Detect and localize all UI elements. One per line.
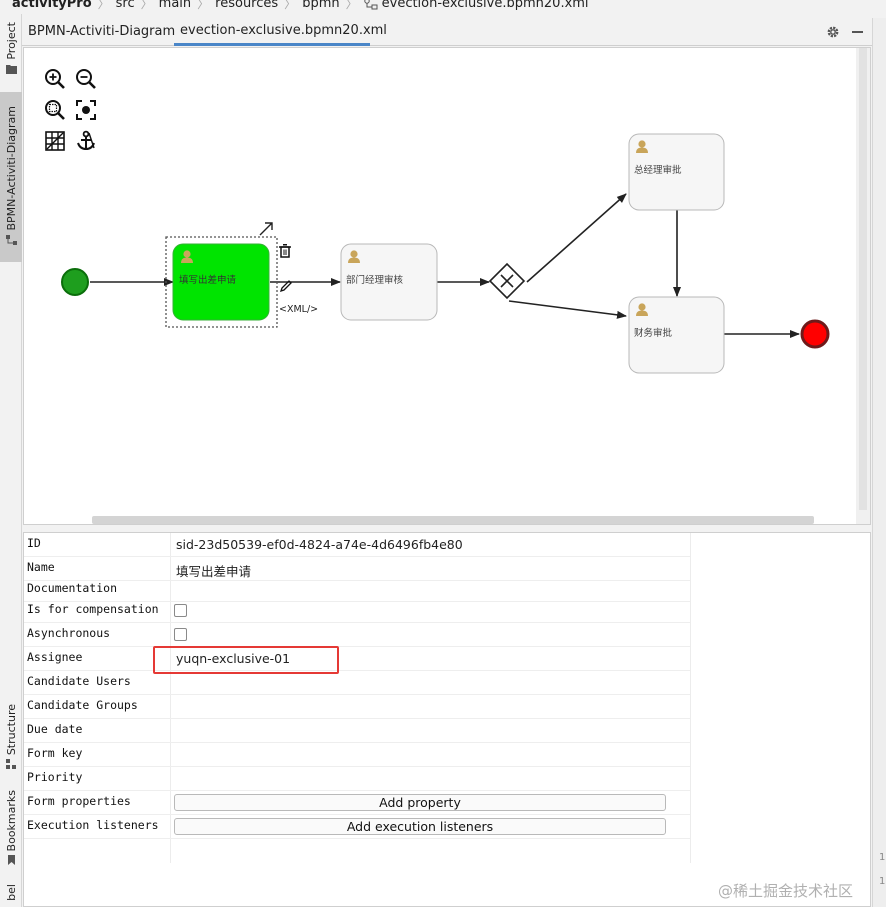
sequence-flow[interactable]	[508, 300, 627, 319]
breadcrumb-main[interactable]: main	[159, 0, 191, 11]
property-label: Asynchronous	[27, 626, 111, 640]
property-label: Execution listeners	[27, 818, 159, 832]
property-row-asynchronous: Asynchronous	[24, 623, 690, 647]
structure-tool-tab[interactable]: Structure	[0, 704, 22, 774]
property-label: Assignee	[27, 650, 83, 664]
breadcrumb-separator: 〉	[284, 0, 297, 11]
property-label: Candidate Users	[27, 674, 131, 688]
minimize-icon[interactable]	[852, 31, 863, 33]
bpmn-canvas[interactable]: 填写出差申请 <XML/> 部门经理审核 总经理审批 财务审批	[23, 47, 871, 525]
property-label: Name	[27, 560, 55, 574]
folder-icon	[5, 64, 17, 74]
bpmn-file-icon	[363, 0, 378, 9]
gear-icon[interactable]	[826, 25, 840, 39]
diagram-icon	[5, 234, 17, 245]
property-label: Form key	[27, 746, 83, 760]
property-label: Form properties	[27, 794, 131, 808]
breadcrumb-src[interactable]: src	[116, 0, 135, 11]
structure-icon	[5, 759, 16, 770]
property-row-form-properties: Form properties Add property	[24, 791, 690, 815]
expand-icon[interactable]	[259, 222, 273, 236]
bookmarks-tool-tab[interactable]: Bookmarks	[0, 790, 22, 870]
truncated-tool-tab[interactable]: bel	[0, 884, 22, 907]
gutter-number: 1	[879, 876, 886, 887]
watermark-text: @稀土掘金技术社区	[718, 882, 854, 900]
vertical-scrollbar[interactable]	[859, 48, 867, 510]
id-value[interactable]: sid-23d50539-ef0d-4824-a74e-4d6496fb4e80	[176, 537, 463, 552]
exclusive-gateway[interactable]	[488, 262, 526, 300]
assignee-highlight-box	[153, 646, 339, 674]
breadcrumb-separator: 〉	[140, 0, 153, 11]
right-gutter: 1 1	[872, 18, 886, 907]
property-label: Priority	[27, 770, 83, 784]
horizontal-scrollbar[interactable]	[92, 516, 814, 524]
property-row-id: ID sid-23d50539-ef0d-4824-a74e-4d6496fb4…	[24, 533, 690, 557]
breadcrumb-project[interactable]: activityPro	[12, 0, 92, 11]
start-event[interactable]	[61, 268, 89, 296]
gutter-number: 1	[879, 852, 886, 863]
tab-evection-exclusive-xml[interactable]: evection-exclusive.bpmn20.xml	[174, 18, 387, 46]
project-tab-label: Project	[4, 22, 18, 60]
property-row-form-key: Form key	[24, 743, 690, 767]
asynchronous-checkbox[interactable]	[174, 628, 187, 641]
property-label: Is for compensation	[27, 602, 159, 616]
breadcrumb-file[interactable]: evection-exclusive.bpmn20.xml	[382, 0, 589, 11]
structure-tab-label: Structure	[4, 704, 18, 756]
property-label: ID	[27, 536, 41, 550]
add-property-button[interactable]: Add property	[174, 794, 666, 811]
xml-link[interactable]: <XML/>	[279, 304, 318, 315]
breadcrumb-bpmn[interactable]: bpmn	[302, 0, 339, 11]
property-label: Due date	[27, 722, 83, 736]
project-tool-tab[interactable]: Project	[0, 22, 22, 88]
properties-panel: ID sid-23d50539-ef0d-4824-a74e-4d6496fb4…	[23, 532, 871, 907]
bookmarks-tab-label: Bookmarks	[4, 790, 18, 852]
breadcrumb-separator: 〉	[197, 0, 210, 11]
breadcrumb-separator: 〉	[97, 0, 110, 11]
property-label: Documentation	[27, 581, 118, 595]
editor-tab-bar: BPMN-Activiti-Diagram evection-exclusive…	[22, 18, 872, 46]
breadcrumb-separator: 〉	[345, 0, 358, 11]
left-tool-strip: Project BPMN-Activiti-Diagram Structure …	[0, 14, 22, 907]
property-row-compensation: Is for compensation	[24, 599, 690, 623]
add-execution-listeners-button[interactable]: Add execution listeners	[174, 818, 666, 835]
property-row-candidate-groups: Candidate Groups	[24, 695, 690, 719]
tab-bpmn-activiti-diagram[interactable]: BPMN-Activiti-Diagram	[22, 18, 181, 46]
breadcrumb-resources[interactable]: resources	[215, 0, 278, 11]
end-event[interactable]	[800, 319, 830, 349]
property-row-candidate-users: Candidate Users	[24, 671, 690, 695]
property-label: Candidate Groups	[27, 698, 138, 712]
sequence-flow[interactable]	[526, 193, 627, 283]
bpmn-diagram-tab-label: BPMN-Activiti-Diagram	[4, 106, 18, 231]
breadcrumb: activityPro 〉 src 〉 main 〉 resources 〉 b…	[0, 0, 886, 14]
truncated-tab-label: bel	[4, 884, 18, 901]
task-label: 总经理审批	[634, 164, 682, 176]
task-label: 财务审批	[634, 327, 673, 339]
property-row-due-date: Due date	[24, 719, 690, 743]
column-divider	[690, 533, 691, 863]
task-label: 填写出差申请	[179, 274, 237, 286]
trash-icon[interactable]	[279, 244, 291, 258]
task-label: 部门经理审核	[346, 274, 404, 286]
property-row-assignee: Assignee yuqn-exclusive-01	[24, 647, 690, 671]
bpmn-diagram-tool-tab[interactable]: BPMN-Activiti-Diagram	[0, 92, 22, 262]
bookmark-icon	[7, 855, 15, 866]
compensation-checkbox[interactable]	[174, 604, 187, 617]
property-row-priority: Priority	[24, 767, 690, 791]
process-diagram: 填写出差申请 <XML/> 部门经理审核 总经理审批 财务审批	[61, 133, 830, 374]
property-row-execution-listeners: Execution listeners Add execution listen…	[24, 815, 690, 839]
